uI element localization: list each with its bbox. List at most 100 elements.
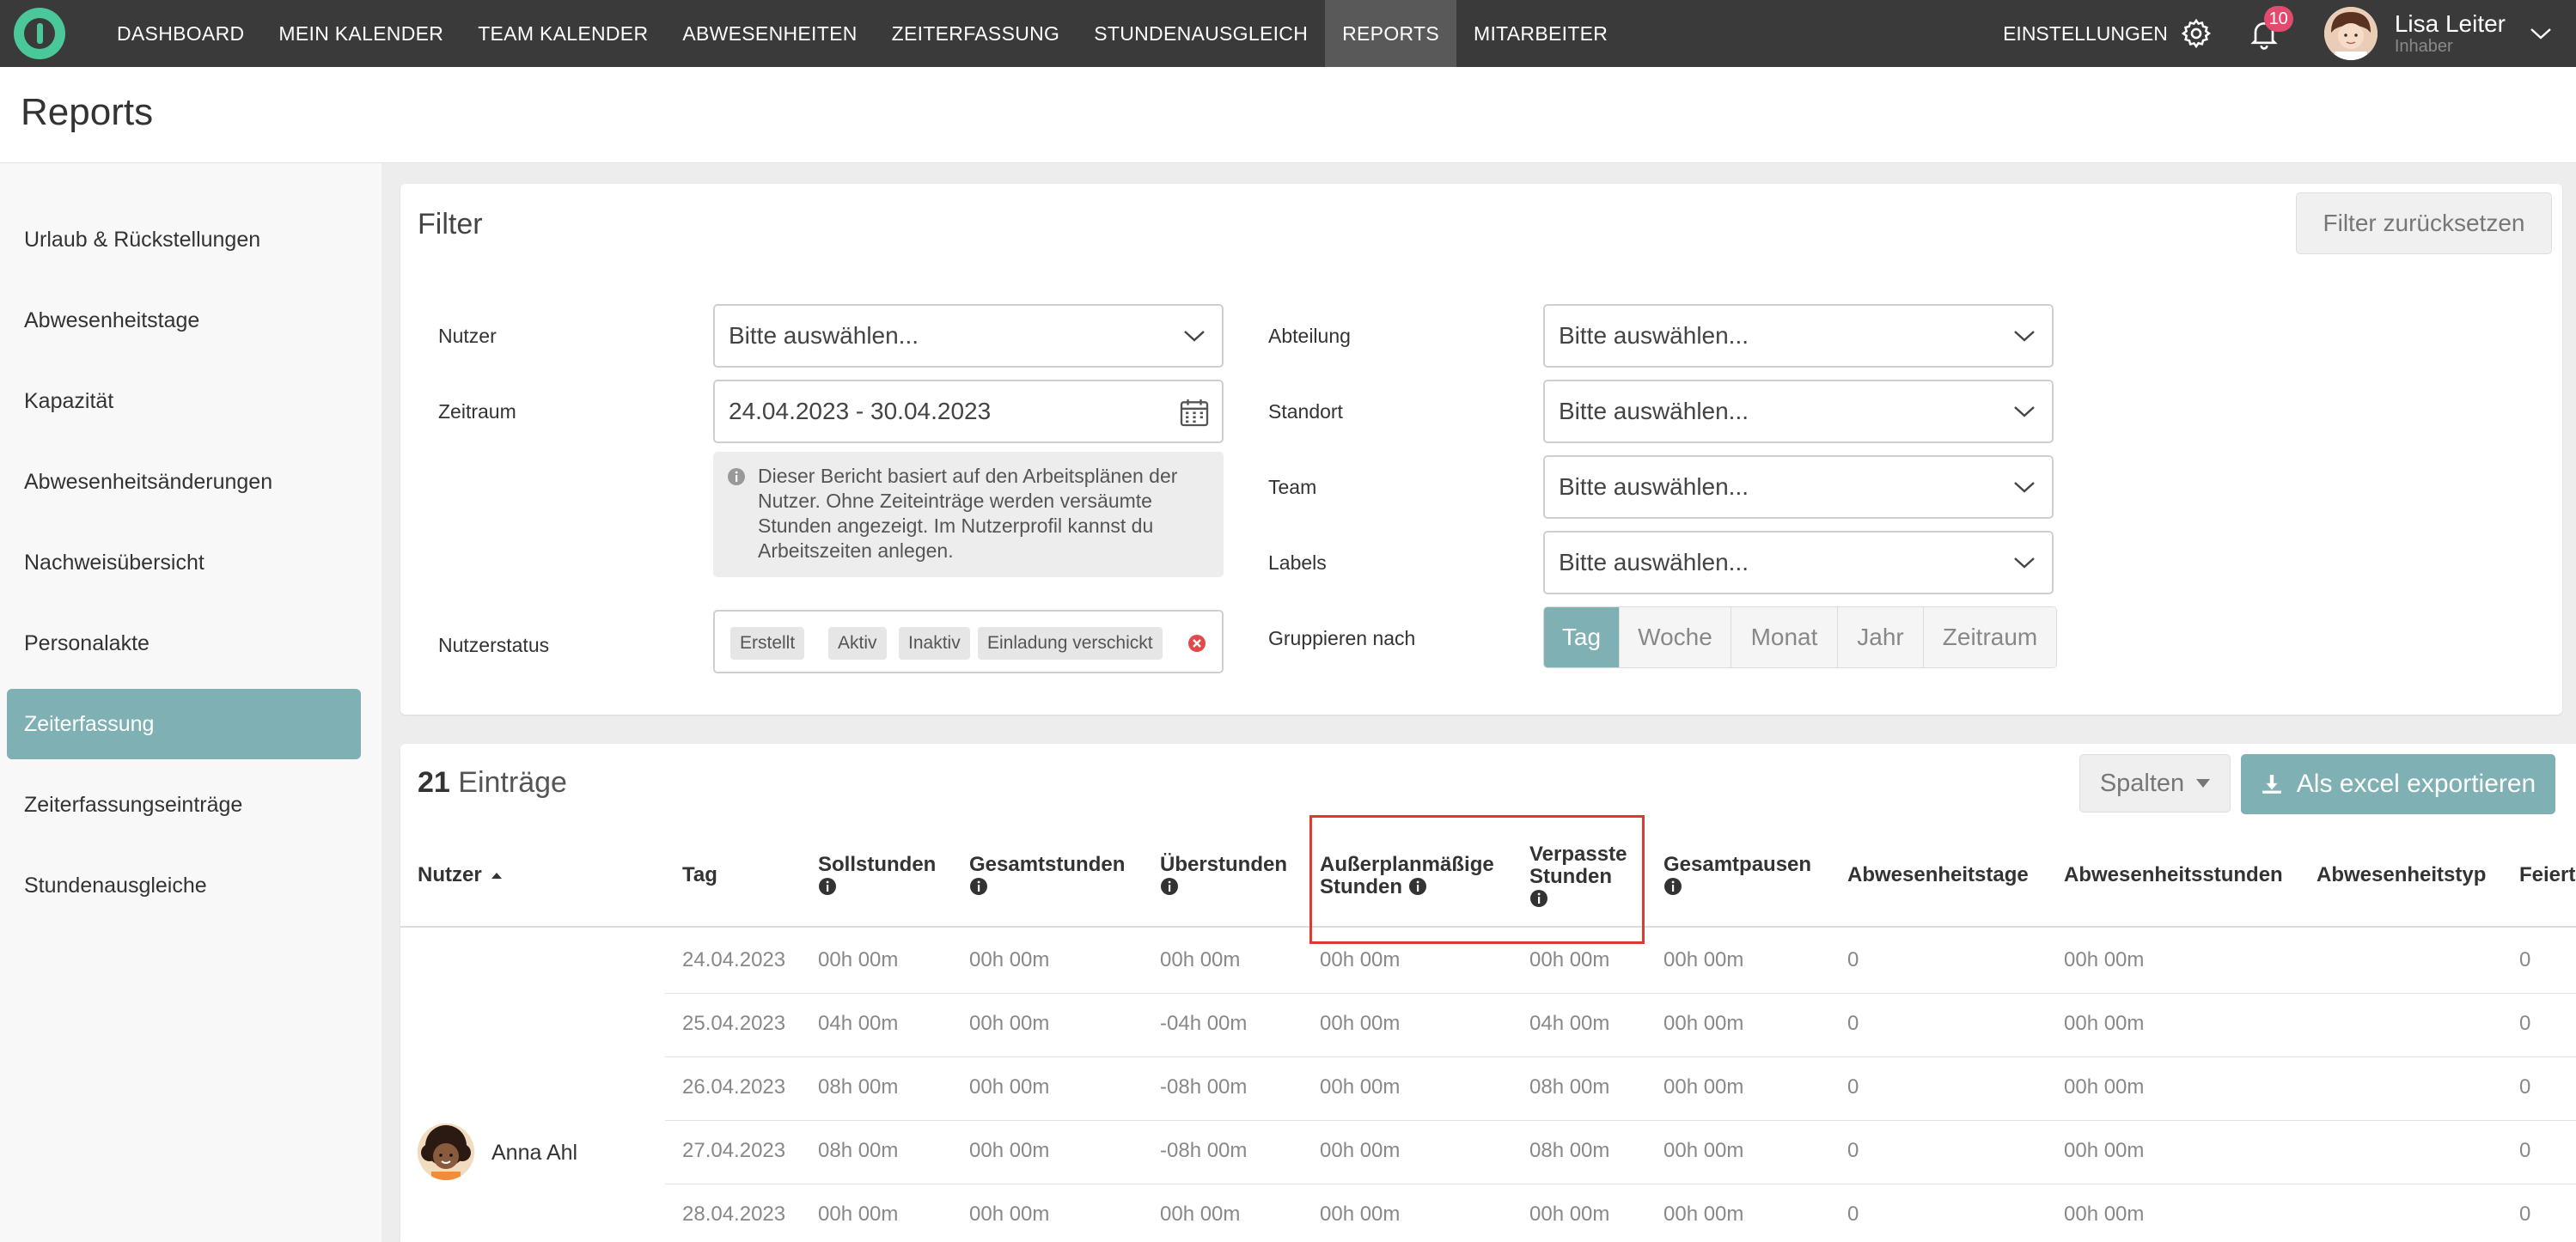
- cell-overtime: -04h 00m: [1160, 1012, 1248, 1035]
- sidebar-item-nachweisuebersicht[interactable]: Nachweisübersicht: [7, 527, 361, 598]
- col-header-target-label: Sollstunden: [818, 853, 937, 876]
- page-header: Reports: [0, 67, 2576, 163]
- cell-missed: 00h 00m: [1529, 948, 1610, 971]
- status-tag-aktiv[interactable]: Aktiv: [828, 627, 887, 660]
- chevron-down-icon[interactable]: [2528, 25, 2554, 42]
- team-filter-label: Team: [1268, 476, 1317, 498]
- sidebar: Urlaub & Rückstellungen Abwesenheitstage…: [0, 163, 382, 1242]
- group-by-monat[interactable]: Monat: [1731, 607, 1838, 667]
- calendar-icon[interactable]: [1177, 395, 1212, 429]
- info-icon[interactable]: [1663, 877, 1682, 896]
- cell-absence-hours: 00h 00m: [2064, 1075, 2145, 1099]
- nav-dashboard[interactable]: DASHBOARD: [100, 0, 261, 67]
- labels-filter-label: Labels: [1268, 551, 1327, 574]
- col-header-breaks[interactable]: Gesamtpausen: [1663, 854, 1811, 898]
- chevron-down-icon: [2014, 406, 2035, 417]
- reset-filter-button[interactable]: Filter zurücksetzen: [2296, 192, 2552, 254]
- nav-mitarbeiter[interactable]: MITARBEITER: [1456, 0, 1625, 67]
- team-select[interactable]: Bitte auswählen...: [1543, 455, 2054, 519]
- group-by-jahr[interactable]: Jahr: [1838, 607, 1924, 667]
- settings-link[interactable]: EINSTELLUNGEN: [2003, 17, 2213, 50]
- columns-button[interactable]: Spalten: [2079, 754, 2231, 813]
- col-header-overtime-label: Überstunden: [1160, 853, 1288, 876]
- user-menu[interactable]: Lisa Leiter Inhaber: [2394, 10, 2506, 57]
- status-multiselect[interactable]: Erstellt Aktiv Inaktiv Einladung verschi…: [713, 610, 1224, 673]
- sidebar-item-zeiterfassungseintraege[interactable]: Zeiterfassungseinträge: [7, 770, 361, 840]
- cell-overtime: -08h 00m: [1160, 1139, 1248, 1162]
- user-select[interactable]: Bitte auswählen...: [713, 304, 1224, 368]
- logo-icon[interactable]: [14, 8, 65, 59]
- col-header-absence-days[interactable]: Abwesenheitstage: [1847, 864, 2029, 886]
- location-select[interactable]: Bitte auswählen...: [1543, 380, 2054, 443]
- cell-absence-days: 0: [1847, 1202, 1859, 1226]
- info-icon[interactable]: [1160, 877, 1179, 896]
- group-by-toggle: Tag Woche Monat Jahr Zeitraum: [1543, 606, 2057, 668]
- col-header-day[interactable]: Tag: [682, 864, 717, 886]
- department-select[interactable]: Bitte auswählen...: [1543, 304, 2054, 368]
- col-header-user[interactable]: Nutzer: [418, 864, 503, 886]
- sidebar-item-abwesenheitstage[interactable]: Abwesenheitstage: [7, 285, 361, 356]
- status-tag-einladung[interactable]: Einladung verschickt: [978, 627, 1163, 660]
- cell-breaks: 00h 00m: [1663, 1139, 1744, 1162]
- cell-holiday: 0: [2519, 1075, 2531, 1099]
- status-tag-inaktiv[interactable]: Inaktiv: [899, 627, 970, 660]
- sidebar-item-personalakte[interactable]: Personalakte: [7, 608, 361, 679]
- sidebar-item-urlaub[interactable]: Urlaub & Rückstellungen: [7, 204, 361, 275]
- sidebar-item-kapazitaet[interactable]: Kapazität: [7, 366, 361, 436]
- chevron-down-icon: [1184, 331, 1205, 342]
- col-header-total[interactable]: Gesamtstunden: [969, 854, 1125, 898]
- nav-zeiterfassung[interactable]: ZEITERFASSUNG: [875, 0, 1077, 67]
- notifications-button[interactable]: 10: [2247, 6, 2293, 51]
- nav-stundenausgleich[interactable]: STUNDENAUSGLEICH: [1077, 0, 1325, 67]
- status-tag-erstellt[interactable]: Erstellt: [730, 627, 805, 660]
- cell-total: 00h 00m: [969, 948, 1050, 971]
- col-header-absence-type[interactable]: Abwesenheitstyp: [2317, 864, 2486, 886]
- nav-mein-kalender[interactable]: MEIN KALENDER: [261, 0, 461, 67]
- department-filter-label: Abteilung: [1268, 325, 1351, 347]
- nav-abwesenheiten[interactable]: ABWESENHEITEN: [665, 0, 874, 67]
- sort-asc-icon: [491, 873, 503, 879]
- info-box: Dieser Bericht basiert auf den Arbeitspl…: [713, 452, 1224, 577]
- period-input[interactable]: 24.04.2023 - 30.04.2023: [713, 380, 1224, 443]
- group-by-tag[interactable]: Tag: [1544, 607, 1620, 667]
- col-header-overtime[interactable]: Überstunden: [1160, 854, 1287, 898]
- group-by-zeitraum[interactable]: Zeitraum: [1924, 607, 2056, 667]
- cell-absence-hours: 00h 00m: [2064, 1202, 2145, 1226]
- period-value: 24.04.2023 - 30.04.2023: [729, 398, 992, 424]
- cell-unscheduled: 00h 00m: [1320, 1012, 1401, 1035]
- cell-day: 24.04.2023: [682, 948, 786, 971]
- user-avatar[interactable]: [2323, 7, 2378, 60]
- nav-reports[interactable]: REPORTS: [1325, 0, 1456, 67]
- cell-holiday: 0: [2519, 948, 2531, 971]
- filter-title: Filter: [418, 208, 483, 240]
- chevron-down-icon: [2014, 331, 2035, 342]
- notification-badge: 10: [2263, 6, 2293, 32]
- cell-target: 00h 00m: [818, 948, 899, 971]
- user-name: Lisa Leiter: [2394, 10, 2506, 37]
- cell-unscheduled: 00h 00m: [1320, 1075, 1401, 1099]
- user-name-cell[interactable]: Anna Ahl: [491, 1141, 577, 1166]
- cell-day: 25.04.2023: [682, 1012, 786, 1035]
- avatar: [418, 1123, 474, 1180]
- sidebar-item-stundenausgleiche[interactable]: Stundenausgleiche: [7, 850, 361, 921]
- info-icon[interactable]: [818, 877, 837, 896]
- gear-icon: [2181, 18, 2211, 49]
- sidebar-item-abwesenheitsaenderungen[interactable]: Abwesenheitsänderungen: [7, 447, 361, 517]
- col-header-absence-hours[interactable]: Abwesenheitsstunden: [2064, 864, 2283, 886]
- nav-team-kalender[interactable]: TEAM KALENDER: [461, 0, 665, 67]
- col-header-holiday[interactable]: Feiert: [2519, 864, 2575, 886]
- col-header-target[interactable]: Sollstunden: [818, 854, 936, 898]
- clear-icon[interactable]: [1187, 634, 1206, 653]
- labels-select[interactable]: Bitte auswählen...: [1543, 531, 2054, 594]
- info-icon[interactable]: [969, 877, 988, 896]
- cell-day: 26.04.2023: [682, 1075, 786, 1099]
- export-label: Als excel exportieren: [2296, 770, 2536, 798]
- export-excel-button[interactable]: Als excel exportieren: [2241, 754, 2555, 814]
- row-divider: [665, 1056, 2576, 1057]
- group-by-woche[interactable]: Woche: [1620, 607, 1731, 667]
- cell-total: 00h 00m: [969, 1075, 1050, 1099]
- location-select-value: Bitte auswählen...: [1559, 398, 1749, 424]
- cell-missed: 00h 00m: [1529, 1202, 1610, 1226]
- sidebar-item-zeiterfassung[interactable]: Zeiterfassung: [7, 689, 361, 759]
- cell-missed: 04h 00m: [1529, 1012, 1610, 1035]
